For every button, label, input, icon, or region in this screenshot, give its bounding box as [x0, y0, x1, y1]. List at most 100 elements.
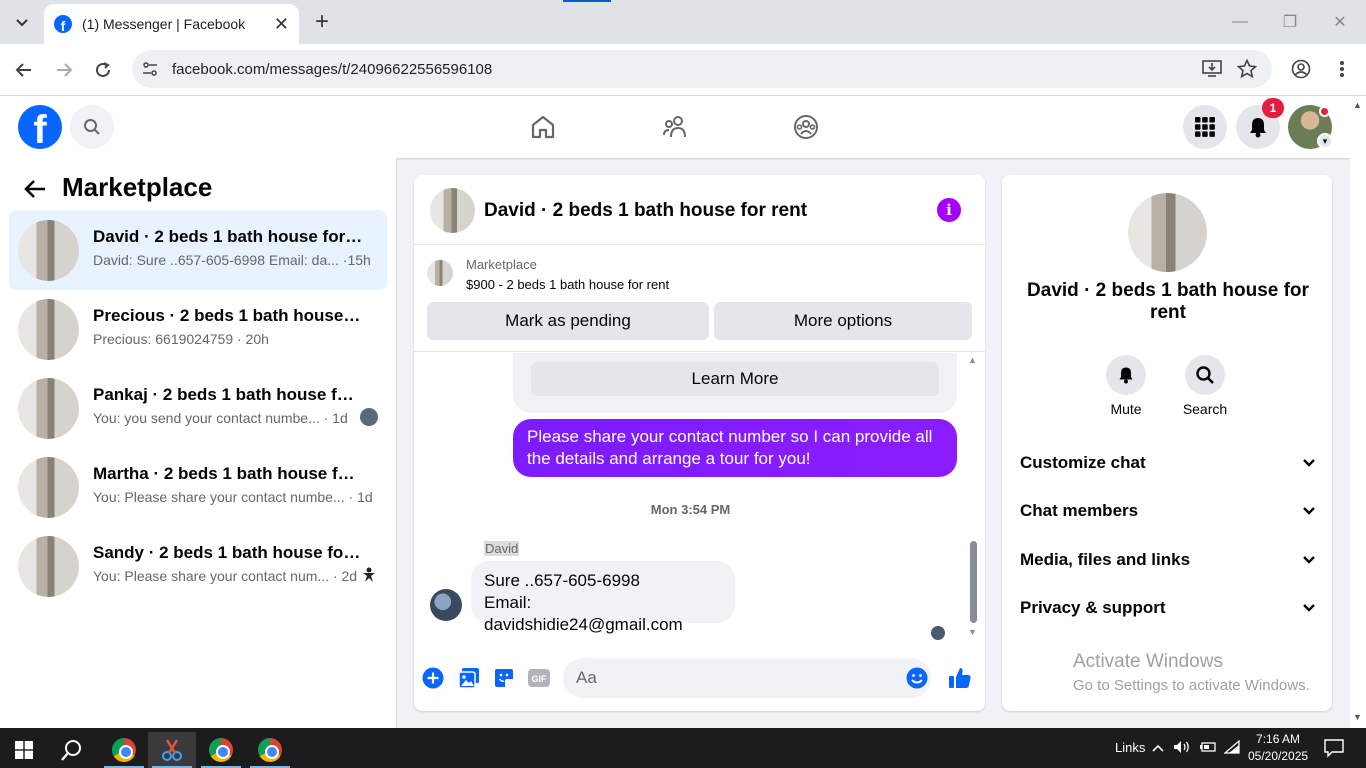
window-close-icon[interactable]: ✕: [1318, 8, 1362, 36]
incoming-message: Sure ..657-605-6998 Email: davidshidie24…: [471, 561, 735, 634]
friends-icon[interactable]: [658, 110, 692, 144]
taskbar-chrome-profile-icon[interactable]: [246, 732, 294, 768]
conversation-avatar: [18, 536, 79, 597]
taskbar-chrome-icon[interactable]: [100, 732, 148, 768]
conversation-item-precious[interactable]: Precious · 2 beds 1 bath house for ... P…: [9, 289, 387, 369]
site-settings-icon[interactable]: [140, 59, 160, 79]
search-in-chat-button[interactable]: Search: [1175, 355, 1235, 417]
incoming-message-line: Email: davidshidie24@gmail.com: [484, 593, 683, 634]
conversation-item-sandy[interactable]: Sandy · 2 beds 1 bath house for ... You:…: [9, 526, 387, 606]
chat-scrollbar-thumb[interactable]: [970, 541, 977, 623]
facebook-header: f 1 ▾: [0, 96, 1350, 158]
conversation-item-david[interactable]: David · 2 beds 1 bath house for rent Dav…: [9, 210, 387, 290]
bookmark-star-icon[interactable]: [1237, 59, 1257, 79]
chat-members-row[interactable]: Chat members: [1020, 496, 1316, 526]
media-files-links-row[interactable]: Media, files and links: [1020, 545, 1316, 575]
menu-grid-icon[interactable]: [1183, 105, 1227, 149]
incoming-message-line: Sure ..657-605-6998: [484, 571, 640, 590]
browser-tab[interactable]: f (1) Messenger | Facebook ✕: [44, 4, 299, 44]
links-toolbar[interactable]: Links: [1115, 740, 1145, 755]
read-receipt-avatar: [931, 626, 945, 640]
taskbar-snipping-tool-icon[interactable]: [148, 732, 196, 768]
maximize-icon[interactable]: ❐: [1268, 8, 1312, 36]
minimize-icon[interactable]: —: [1218, 8, 1262, 36]
address-bar[interactable]: facebook.com/messages/t/2409662255659610…: [132, 50, 1272, 88]
info-icon[interactable]: i: [937, 198, 961, 222]
photo-icon[interactable]: [456, 665, 482, 691]
windows-start-icon[interactable]: [4, 732, 44, 768]
home-icon[interactable]: [526, 110, 560, 144]
page-scrollbar[interactable]: ▲ ▼: [1350, 96, 1366, 728]
listing-price[interactable]: $900 - 2 beds 1 bath house for rent: [466, 277, 669, 292]
volume-icon[interactable]: [1173, 740, 1191, 757]
back-arrow-icon[interactable]: [22, 176, 48, 202]
new-tab-icon[interactable]: +: [308, 8, 336, 36]
taskbar-chrome-profile-icon[interactable]: [197, 732, 245, 768]
emoji-icon[interactable]: [904, 665, 930, 691]
gif-icon[interactable]: GIF: [526, 665, 552, 691]
chevron-down-icon: [1303, 604, 1315, 612]
search-label: Search: [1182, 401, 1228, 417]
network-icon[interactable]: [1223, 739, 1240, 757]
row-label: Media, files and links: [1020, 550, 1191, 569]
conversation-item-martha[interactable]: Martha · 2 beds 1 bath house for r... Yo…: [9, 447, 387, 527]
browser-menu-icon[interactable]: [1332, 59, 1352, 79]
chevron-down-icon: [1303, 507, 1315, 515]
tray-chevron-up-icon[interactable]: [1151, 740, 1165, 756]
conversation-snippet: David: Sure ..657-605-6998 Email: da... …: [93, 252, 371, 268]
scroll-up-icon[interactable]: ▲: [968, 355, 977, 365]
battery-icon[interactable]: [1199, 740, 1217, 757]
clock-date: 05/20/2025: [1248, 749, 1309, 763]
sender-name: David: [484, 541, 520, 556]
mute-button[interactable]: Mute: [1096, 355, 1156, 417]
mute-label: Mute: [1110, 401, 1142, 417]
search-icon[interactable]: [70, 105, 114, 149]
conversation-avatar: [18, 299, 79, 360]
profile-status-dot: [1319, 106, 1330, 117]
conversation-name: Martha · 2 beds 1 bath house for r...: [93, 464, 363, 483]
browser-tab-strip: f (1) Messenger | Facebook ✕ + — ❐ ✕: [0, 0, 1366, 44]
listing-thumbnail[interactable]: [427, 260, 453, 286]
browser-profile-icon[interactable]: [1291, 59, 1311, 79]
chat-info-panel: David · 2 beds 1 bath house for rent Mut…: [1002, 175, 1332, 711]
chat-title[interactable]: David · 2 beds 1 bath house for rent: [484, 200, 807, 222]
mark-as-pending-button[interactable]: Mark as pending: [427, 302, 709, 340]
chrome-icon: [112, 738, 136, 762]
taskbar-clock[interactable]: 7:16 AM 05/20/2025: [1248, 731, 1308, 765]
reload-icon[interactable]: [89, 56, 117, 84]
tab-close-icon[interactable]: ✕: [274, 14, 289, 35]
page-scroll-down-icon[interactable]: ▼: [1353, 712, 1362, 722]
conversation-name: Sandy · 2 beds 1 bath house for ...: [93, 543, 363, 562]
message-thread: Learn More Please share your contact num…: [414, 353, 985, 648]
outgoing-message: Please share your contact number so I ca…: [513, 419, 957, 477]
more-options-button[interactable]: More options: [714, 302, 972, 340]
taskbar-search-icon[interactable]: [52, 732, 92, 768]
page-scroll-up-icon[interactable]: ▲: [1353, 100, 1362, 110]
scroll-down-icon[interactable]: ▼: [968, 627, 977, 637]
customize-chat-row[interactable]: Customize chat: [1020, 448, 1316, 478]
account-chevron-icon[interactable]: ▾: [1317, 133, 1333, 149]
back-icon[interactable]: [10, 56, 38, 84]
plus-circle-icon[interactable]: [420, 665, 446, 691]
privacy-support-row[interactable]: Privacy & support: [1020, 593, 1316, 623]
sticker-icon[interactable]: [491, 665, 517, 691]
conversation-name: Precious · 2 beds 1 bath house for ...: [93, 306, 363, 325]
message-input[interactable]: Aa: [563, 658, 931, 698]
facebook-logo-icon[interactable]: f: [18, 105, 62, 149]
conversation-avatar: [18, 378, 79, 439]
facebook-favicon-icon: f: [54, 15, 72, 33]
sender-avatar[interactable]: [430, 589, 462, 621]
conversation-item-pankaj[interactable]: Pankaj · 2 beds 1 bath house for ... You…: [9, 368, 387, 448]
thumbs-up-icon[interactable]: [947, 665, 973, 691]
chat-avatar[interactable]: [430, 188, 475, 233]
forward-icon[interactable]: [50, 56, 78, 84]
install-app-icon[interactable]: [1202, 59, 1222, 79]
conversation-avatar: [18, 220, 79, 281]
groups-icon[interactable]: [789, 110, 823, 144]
address-url: facebook.com/messages/t/2409662255659610…: [172, 60, 493, 78]
learn-more-button[interactable]: Learn More: [531, 362, 939, 396]
action-center-icon[interactable]: [1324, 738, 1344, 761]
row-label: Chat members: [1020, 501, 1139, 520]
info-avatar[interactable]: [1128, 193, 1207, 272]
tab-search-chevron-icon[interactable]: [8, 8, 36, 36]
